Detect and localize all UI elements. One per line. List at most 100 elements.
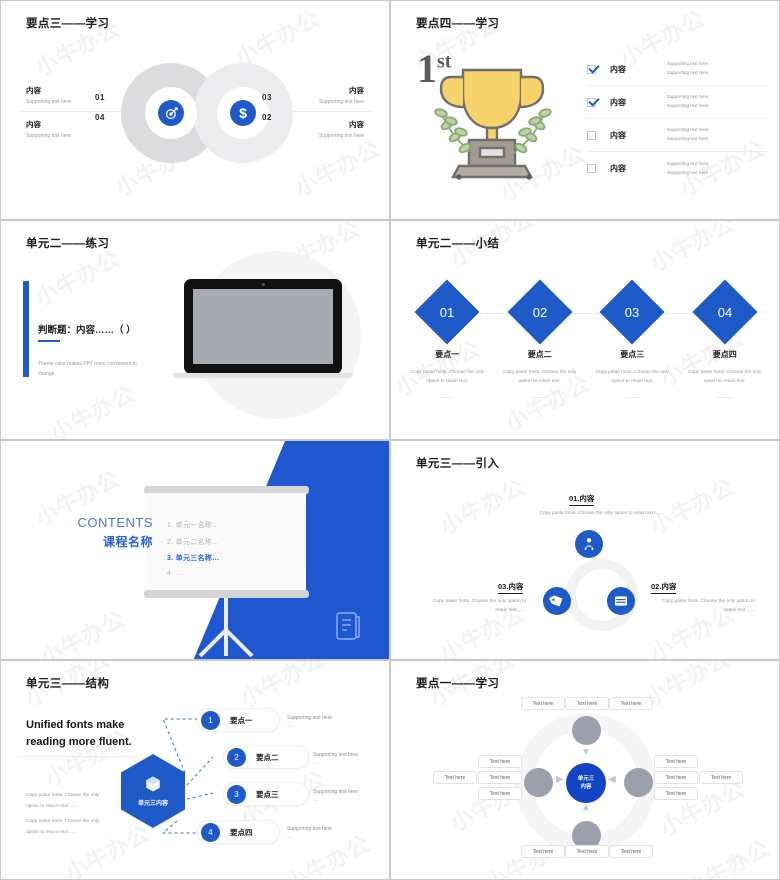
diamond-shape: 03 xyxy=(599,279,665,345)
target-icon xyxy=(158,100,184,126)
divider xyxy=(19,756,137,757)
left-far-box[interactable]: Text here xyxy=(433,771,477,784)
right-block-2: 内容 Supporting text here xyxy=(254,119,364,139)
arrow-up-icon: ▲ xyxy=(581,802,591,813)
pill-support-3: Supporting text here xyxy=(313,789,359,795)
summary-dash: —— xyxy=(440,394,455,402)
pill-support-dash: — xyxy=(313,798,319,804)
checklist-label: 内容 xyxy=(610,64,626,74)
bottom-box-3[interactable]: Text here xyxy=(609,845,653,858)
pill-label: 要点一 xyxy=(230,715,253,725)
slide-unit-2-exercise[interactable]: 小牛办公 小牛办公 小牛办公 小牛办公 单元二——练习 判断题：内容……（ ） … xyxy=(0,220,390,440)
checkbox-checked-icon[interactable] xyxy=(587,64,596,74)
structure-pill-3[interactable]: 3 要点三 xyxy=(223,782,309,806)
toc-item-active[interactable]: 3. 单元三名称… xyxy=(167,553,219,563)
left-box-2[interactable]: Text here xyxy=(478,771,522,784)
checklist-row[interactable]: 内容 · Supporting text here. · Supporting … xyxy=(587,86,767,119)
summary-body: Copy paste fonts. Choose the only option… xyxy=(595,370,669,385)
summary-item[interactable]: 02 要点二 Copy paste fonts. Choose the only… xyxy=(494,279,600,402)
right-box-1[interactable]: Text here xyxy=(654,755,698,768)
structure-headline: Unified fonts make reading more fluent. xyxy=(26,719,132,748)
summary-dash: —— xyxy=(532,394,547,402)
top-box-3[interactable]: Text here xyxy=(609,697,653,710)
node-right[interactable] xyxy=(624,768,653,797)
intro-body-03: Copy paste fonts. Choose the only option… xyxy=(432,599,526,614)
slide-unit-3-structure[interactable]: 小牛办公 小牛办公 小牛办公 小牛办公 小牛办公 小牛办公 单元三——结构 Un… xyxy=(0,660,390,880)
structure-pill-2[interactable]: 2 要点二 xyxy=(223,745,309,769)
summary-body: Copy paste fonts. Choose the only option… xyxy=(503,370,577,385)
summary-item[interactable]: 03 要点三 Copy paste fonts. Choose the only… xyxy=(586,279,693,401)
summary-heading: 要点三 xyxy=(620,350,645,359)
checklist-row[interactable]: 内容 · Supporting text here. · Supporting … xyxy=(587,119,767,152)
board-face: 1. 单元一名称… 2. 单元二名称… 3. 单元三名称… 4. … xyxy=(147,493,306,591)
pill-number: 3 xyxy=(227,784,246,804)
toc-item[interactable]: 4. … xyxy=(167,570,219,577)
webcam-icon xyxy=(262,283,265,286)
page-title: 要点四——学习 xyxy=(416,18,500,30)
slide-unit-2-summary[interactable]: 小牛办公 小牛办公 小牛办公 小牛办公 小牛办公 单元二——小结 01 要点一 … xyxy=(390,220,780,440)
right-block-1-sub: Supporting text here xyxy=(318,99,364,105)
pill-support-1: Supporting text here xyxy=(287,715,333,721)
right-far-box[interactable]: Text here xyxy=(699,771,743,784)
right-block-1-heading: 内容 xyxy=(349,86,364,95)
slide-key-point-4[interactable]: 小牛办公 小牛办公 小牛办公 小牛办公 要点四——学习 1st 内容 · Sup… xyxy=(390,0,780,220)
pill-support-dash: — xyxy=(287,835,293,841)
page-title: 要点一——学习 xyxy=(416,678,500,690)
toc-item[interactable]: 2. 单元二名称… xyxy=(167,537,219,547)
center-node[interactable]: 单元三 内容 xyxy=(566,763,606,803)
bottom-box-1[interactable]: Text here xyxy=(521,845,565,858)
laptop-illustration xyxy=(173,279,353,379)
checkbox-unchecked-icon[interactable] xyxy=(587,164,596,173)
box-icon xyxy=(146,776,160,792)
theme-note: Theme color makes PPT more convenient to… xyxy=(38,361,137,377)
checklist-label: 内容 xyxy=(610,164,626,173)
right-box-3[interactable]: Text here xyxy=(654,787,698,800)
diamond-shape: 04 xyxy=(692,279,758,345)
top-box-2[interactable]: Text here xyxy=(565,697,609,710)
projection-board: 1. 单元一名称… 2. 单元二名称… 3. 单元三名称… 4. … xyxy=(144,486,309,598)
contents-title-cn: 课程名称 xyxy=(102,535,153,549)
node-left[interactable] xyxy=(524,768,553,797)
table-of-contents[interactable]: 1. 单元一名称… 2. 单元二名称… 3. 单元三名称… 4. … xyxy=(167,520,219,583)
slide-deck-grid: 小牛办公 小牛办公 小牛办公 小牛办公 要点三——学习 $ 01 04 03 0… xyxy=(0,0,780,880)
checklist[interactable]: 内容 · Supporting text here. · Supporting … xyxy=(587,53,767,185)
pill-support-2: Supporting text here xyxy=(313,752,359,758)
tag-icon xyxy=(543,587,571,615)
structure-pill-1[interactable]: 1 要点一 xyxy=(197,708,280,732)
checklist-row[interactable]: 内容 · Supporting text here. · Supporting … xyxy=(587,152,767,185)
page-title: 单元二——练习 xyxy=(26,238,110,250)
right-box-2[interactable]: Text here xyxy=(654,771,698,784)
toc-item[interactable]: 1. 单元一名称… xyxy=(167,520,219,530)
slide-key-point-1[interactable]: 小牛办公 小牛办公 小牛办公 小牛办公 小牛办公 小牛办公 要点一——学习 单元… xyxy=(390,660,780,880)
slide-unit-3-intro[interactable]: 小牛办公 小牛办公 小牛办公 小牛办公 单元三——引入 01.内容 Copy p… xyxy=(390,440,780,660)
bottom-box-2[interactable]: Text here xyxy=(565,845,609,858)
arrow-left-icon: ◀ xyxy=(608,774,616,785)
top-box-1[interactable]: Text here xyxy=(521,697,565,710)
arrow-right-icon: ▶ xyxy=(556,774,564,785)
pill-support-dash: — xyxy=(287,724,293,730)
checkbox-checked-icon[interactable] xyxy=(587,97,596,107)
question-underline xyxy=(38,340,60,342)
diamond-number: 03 xyxy=(625,304,640,320)
intro-heading-03: 03.内容 xyxy=(498,581,524,594)
intro-body-01: Copy paste fonts. Choose the only option… xyxy=(539,511,665,516)
checklist-label: 内容 xyxy=(610,97,626,107)
structure-pill-4[interactable]: 4 要点四 xyxy=(197,820,280,844)
document-icon xyxy=(335,611,361,641)
left-box-3[interactable]: Text here xyxy=(478,787,522,800)
checkbox-unchecked-icon[interactable] xyxy=(587,130,596,140)
slide-key-point-3[interactable]: 小牛办公 小牛办公 小牛办公 小牛办公 要点三——学习 $ 01 04 03 0… xyxy=(0,0,390,220)
right-block-2-sub: Supporting text here xyxy=(318,133,364,139)
checklist-bullets: · Supporting text here. · Supporting tex… xyxy=(664,160,710,175)
summary-item[interactable]: 01 要点一 Copy paste fonts. Choose the only… xyxy=(401,279,508,402)
pill-number: 1 xyxy=(201,710,220,730)
node-top[interactable] xyxy=(572,716,601,745)
pill-label: 要点四 xyxy=(230,827,253,837)
slide-contents[interactable]: 小牛办公 小牛办公 小牛办公 小牛办公 1. 单元一名称… xyxy=(0,440,390,660)
contents-title-en: CONTENTS xyxy=(77,515,153,530)
page-title: 要点三——学习 xyxy=(26,18,110,30)
checklist-row[interactable]: 内容 · Supporting text here. · Supporting … xyxy=(587,53,767,86)
summary-item[interactable]: 04 要点四 Copy paste fonts. Choose the only… xyxy=(679,279,772,401)
left-box-1[interactable]: Text here xyxy=(478,755,522,768)
summary-body: Copy paste fonts. Choose the only option… xyxy=(410,370,484,385)
